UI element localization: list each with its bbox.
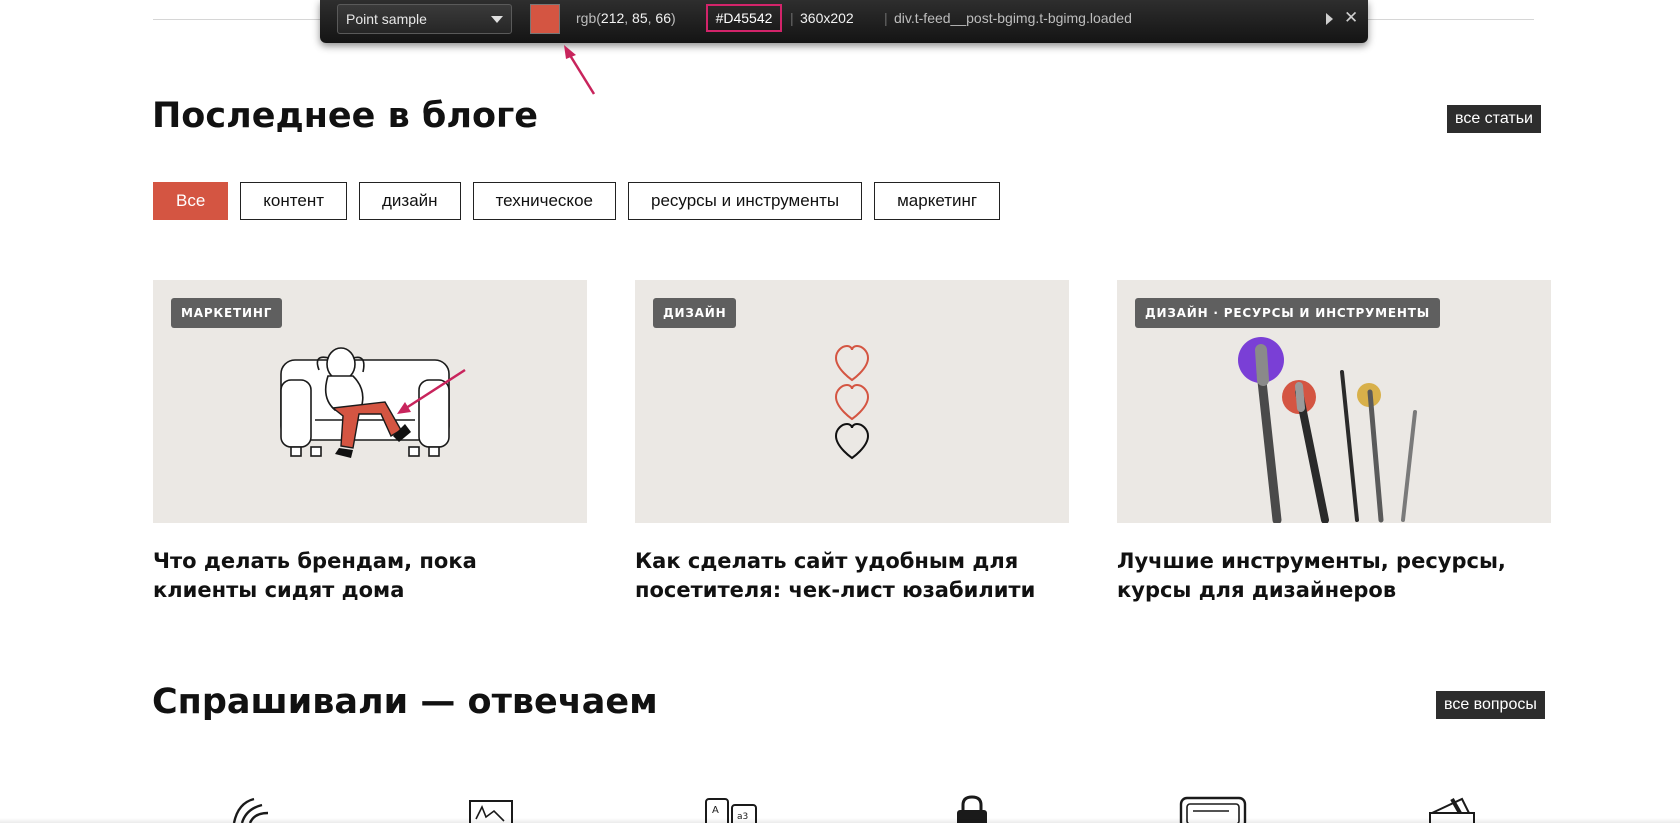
blog-card[interactable]: маркетинг Что делать брендам, пока клиен…	[153, 280, 587, 605]
svg-text:A: A	[712, 805, 719, 816]
chevron-down-icon	[491, 16, 503, 23]
blog-card[interactable]: дизайн Как сделать сайт удобным для посе…	[635, 280, 1069, 605]
play-icon[interactable]	[1326, 13, 1333, 25]
filter-chip-technical[interactable]: техническое	[472, 182, 616, 220]
filter-chip-content[interactable]: контент	[240, 182, 347, 220]
element-size-readout: 360x202	[800, 10, 854, 26]
separator: |	[790, 10, 794, 26]
card-category-tag: маркетинг	[171, 298, 283, 328]
sample-mode-select[interactable]: Point sample	[337, 4, 512, 34]
hex-readout[interactable]: #D45542	[706, 4, 782, 32]
close-icon[interactable]: ✕	[1344, 8, 1358, 28]
page-bottom-shadow	[0, 818, 1680, 823]
filter-chip-all[interactable]: Все	[153, 182, 229, 220]
sample-mode-label: Point sample	[346, 11, 427, 27]
filter-chip-marketing[interactable]: маркетинг	[874, 182, 1001, 220]
card-title[interactable]: Как сделать сайт удобным для посетителя:…	[635, 547, 1055, 605]
card-image[interactable]: дизайн	[635, 280, 1069, 523]
card-category-tag: дизайн · ресурсы и инструменты	[1135, 298, 1440, 328]
separator: |	[884, 10, 888, 26]
category-filters: Все контент дизайн техническое ресурсы и…	[153, 182, 1001, 220]
card-title[interactable]: Лучшие инструменты, ресурсы, курсы для д…	[1117, 547, 1537, 605]
faq-section-title: Спрашивали — отвечаем	[152, 682, 658, 722]
card-image[interactable]: дизайн · ресурсы и инструменты	[1117, 280, 1551, 523]
card-image[interactable]: маркетинг	[153, 280, 587, 523]
all-articles-button[interactable]: все статьи	[1447, 105, 1541, 133]
all-questions-button[interactable]: все вопросы	[1436, 691, 1545, 719]
annotation-arrow-icon	[564, 45, 596, 95]
blog-card[interactable]: дизайн · ресурсы и инструменты Лучшие ин…	[1117, 280, 1551, 605]
rgb-readout: rgb(212, 85, 66)	[576, 10, 676, 26]
element-selector-readout: div.t-feed__post-bgimg.t-bgimg.loaded	[894, 10, 1132, 26]
color-picker-toolbar: Point sample rgb(212, 85, 66) #D45542 | …	[320, 0, 1368, 43]
color-swatch[interactable]	[530, 4, 560, 34]
card-category-tag: дизайн	[653, 298, 737, 328]
blog-section-title: Последнее в блоге	[152, 96, 539, 136]
filter-chip-design[interactable]: дизайн	[359, 182, 461, 220]
filter-chip-resources[interactable]: ресурсы и инструменты	[627, 182, 863, 220]
card-title[interactable]: Что делать брендам, пока клиенты сидят д…	[153, 547, 573, 605]
